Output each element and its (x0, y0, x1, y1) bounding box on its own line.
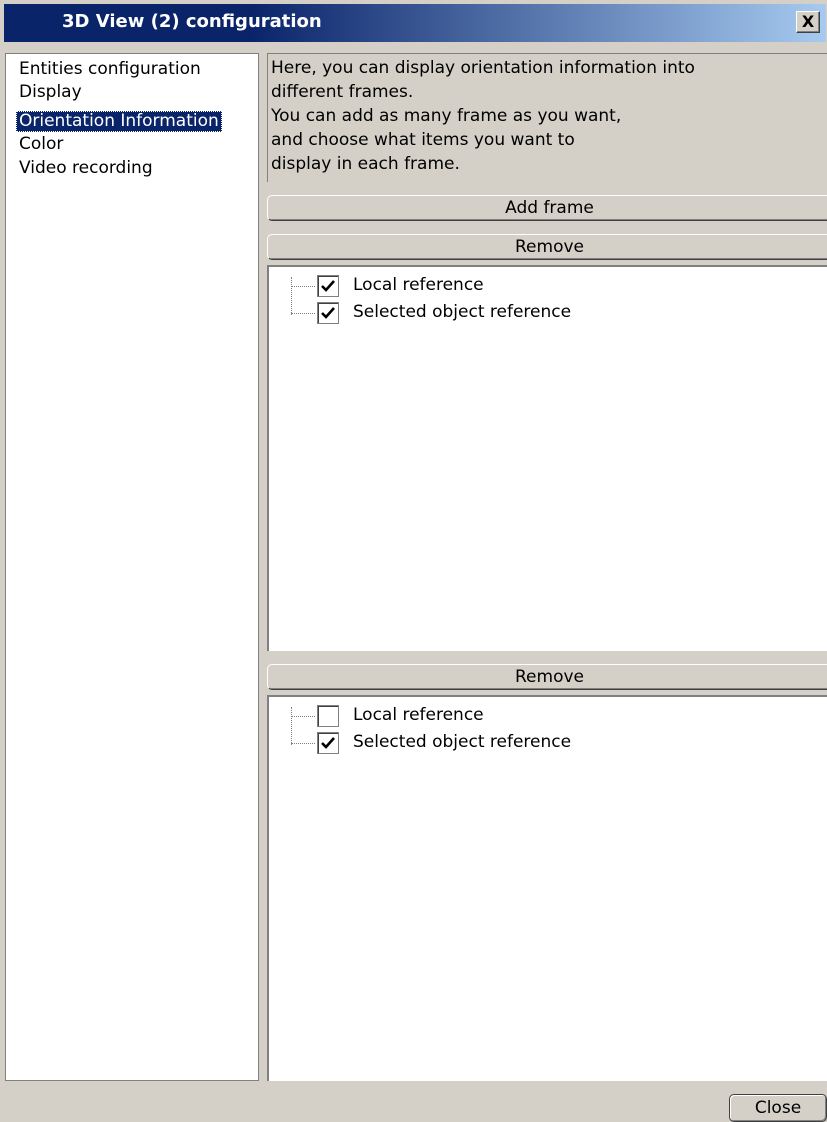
category-list[interactable]: Entities configuration Display Orientati… (5, 53, 259, 1081)
check-icon (321, 280, 335, 292)
selected-object-reference-checkbox[interactable] (317, 302, 339, 324)
title-bar[interactable]: 3D View (2) configuration X (4, 4, 826, 42)
frame-1-tree[interactable]: Local reference Selected object referenc… (267, 265, 827, 651)
remove-frame-1-button[interactable]: Remove (267, 234, 827, 260)
description-line: display in each frame. (271, 154, 460, 174)
tree-item-label: Local reference (353, 705, 484, 725)
nav-item-entities-configuration[interactable]: Entities configuration (16, 59, 204, 80)
tree-item-label: Local reference (353, 275, 484, 295)
tree-item-label: Selected object reference (353, 302, 572, 322)
frame-2-tree[interactable]: Local reference Selected object referenc… (267, 695, 827, 1081)
check-icon (321, 307, 335, 319)
nav-item-color[interactable]: Color (16, 134, 66, 155)
description-box: Here, you can display orientation inform… (267, 53, 827, 182)
tree-item-label: Selected object reference (353, 732, 572, 752)
nav-item-display[interactable]: Display (16, 82, 85, 103)
add-frame-button[interactable]: Add frame (267, 195, 827, 221)
tree-item-selected-object-reference[interactable]: Selected object reference (269, 302, 827, 328)
tree-item-local-reference[interactable]: Local reference (269, 275, 827, 301)
description-line: and choose what items you want to (271, 130, 575, 150)
local-reference-checkbox[interactable] (317, 275, 339, 297)
selected-object-reference-checkbox[interactable] (317, 732, 339, 754)
nav-item-orientation-information[interactable]: Orientation Information (16, 111, 222, 132)
description-line: Here, you can display orientation inform… (271, 58, 695, 78)
remove-frame-2-button[interactable]: Remove (267, 664, 827, 690)
description-line: different frames. (271, 82, 414, 102)
config-dialog: 3D View (2) configuration X Entities con… (0, 0, 827, 1122)
close-icon[interactable]: X (796, 11, 820, 33)
tree-item-local-reference[interactable]: Local reference (269, 705, 827, 731)
check-icon (321, 737, 335, 749)
local-reference-checkbox[interactable] (317, 705, 339, 727)
tree-item-selected-object-reference[interactable]: Selected object reference (269, 732, 827, 758)
nav-item-video-recording[interactable]: Video recording (16, 158, 156, 179)
close-button[interactable]: Close (729, 1094, 827, 1122)
description-line: You can add as many frame as you want, (271, 106, 622, 126)
window-title: 3D View (2) configuration (62, 11, 322, 32)
